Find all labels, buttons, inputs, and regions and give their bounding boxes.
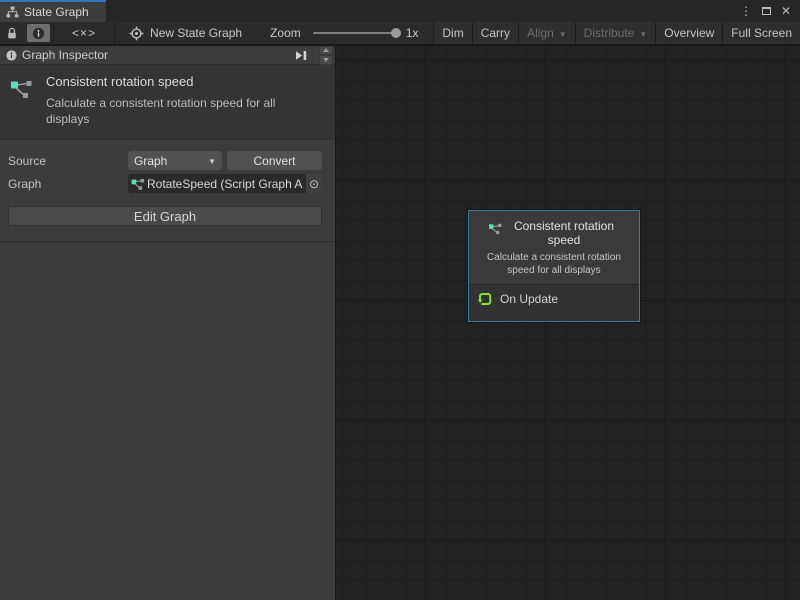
zoom-label: Zoom [270, 26, 301, 40]
full-screen-button[interactable]: Full Screen [722, 22, 800, 44]
state-node[interactable]: Consistent rotation speed Calculate a co… [468, 210, 640, 322]
toolbar-right-group: Dim Carry Align ▼ Distribute ▼ Overview … [433, 22, 800, 44]
object-picker-icon[interactable]: ⊙ [306, 174, 322, 193]
main-area: Graph Inspector [0, 44, 800, 600]
chevron-down-icon: ▼ [639, 30, 647, 39]
inspector-fields: Source Graph ▼ Convert Graph [0, 140, 335, 197]
inspector-header: Graph Inspector [0, 46, 335, 65]
edit-graph-button[interactable]: Edit Graph [8, 206, 322, 226]
inspector-divider [0, 241, 335, 242]
graph-toolbar: <×> New State Graph Zoom 1x [0, 22, 800, 44]
tab-label: State Graph [24, 5, 89, 19]
zoom-slider-handle[interactable] [391, 28, 401, 38]
dim-button[interactable]: Dim [433, 22, 471, 44]
state-node-body: On Update [469, 285, 639, 321]
source-dropdown[interactable]: Graph ▼ [128, 151, 222, 170]
overview-label: Overview [664, 26, 714, 40]
event-row[interactable]: On Update [477, 291, 558, 307]
node-description: Calculate a consistent rotation speed fo… [479, 251, 629, 277]
maximize-icon[interactable] [758, 3, 774, 19]
graph-object-field[interactable]: RotateSpeed (Script Graph A ⊙ [128, 174, 322, 193]
dock-panel-icon[interactable] [295, 50, 308, 61]
zoom-value: 1x [406, 26, 419, 40]
info-icon [6, 50, 17, 61]
new-state-graph-label: New State Graph [150, 26, 242, 40]
tab-state-graph[interactable]: State Graph [0, 0, 106, 22]
state-node-header: Consistent rotation speed Calculate a co… [469, 211, 639, 285]
lock-icon [6, 27, 18, 40]
graph-title: Consistent rotation speed [46, 74, 304, 89]
source-label: Source [8, 154, 128, 168]
graph-object-value: RotateSpeed (Script Graph A [147, 177, 306, 191]
node-title: Consistent rotation speed [508, 219, 620, 248]
graph-summary: Consistent rotation speed Calculate a co… [0, 65, 335, 140]
graph-inspector-panel: Graph Inspector [0, 46, 336, 600]
carry-button[interactable]: Carry [472, 22, 518, 44]
hierarchy-icon [6, 6, 19, 18]
inspector-toggle-button[interactable] [27, 24, 50, 42]
new-state-graph-button[interactable]: New State Graph [115, 22, 252, 44]
convert-button[interactable]: Convert [227, 151, 322, 170]
source-dropdown-value: Graph [134, 154, 167, 168]
distribute-button: Distribute ▼ [575, 22, 656, 44]
graph-field-label: Graph [8, 177, 128, 191]
lock-button[interactable] [0, 22, 24, 44]
info-icon [32, 27, 45, 40]
zoom-control: Zoom 1x [270, 22, 418, 44]
inspector-title: Graph Inspector [22, 48, 108, 62]
align-button: Align ▼ [518, 22, 575, 44]
zoom-slider[interactable] [313, 32, 397, 34]
window-menu-icon[interactable]: ⋮ [738, 3, 754, 19]
distribute-label: Distribute [584, 26, 635, 40]
script-graph-icon [488, 222, 503, 248]
script-graph-icon [10, 77, 34, 127]
unity-window: State Graph ⋮ ✕ [0, 0, 800, 600]
event-label: On Update [500, 292, 558, 306]
convert-label: Convert [253, 154, 295, 168]
overview-button[interactable]: Overview [655, 22, 722, 44]
graph-target-icon [129, 26, 144, 41]
source-row: Source Graph ▼ Convert [8, 151, 322, 170]
close-icon[interactable]: ✕ [778, 3, 794, 19]
carry-label: Carry [481, 26, 510, 40]
window-controls: ⋮ ✕ [738, 0, 800, 22]
graph-row: Graph RotateSpeed (Script Graph A [8, 174, 322, 193]
full-screen-label: Full Screen [731, 26, 792, 40]
scroll-up-button[interactable] [319, 46, 333, 56]
titlebar: State Graph ⋮ ✕ [0, 0, 800, 22]
update-event-icon [477, 291, 493, 307]
toolbar-left-group: <×> New State Graph Zoom 1x [0, 22, 418, 44]
chevron-down-icon: ▼ [208, 157, 216, 166]
script-graph-icon [131, 177, 145, 191]
code-icon: <×> [72, 26, 96, 40]
preview-source-button[interactable]: <×> [54, 22, 114, 44]
dim-label: Dim [442, 26, 463, 40]
chevron-down-icon: ▼ [559, 30, 567, 39]
align-label: Align [527, 26, 554, 40]
graph-canvas[interactable]: Consistent rotation speed Calculate a co… [336, 46, 800, 600]
scroll-down-button[interactable] [319, 55, 333, 65]
graph-description: Calculate a consistent rotation speed fo… [46, 95, 304, 127]
panel-scroll-spinner [319, 46, 333, 65]
